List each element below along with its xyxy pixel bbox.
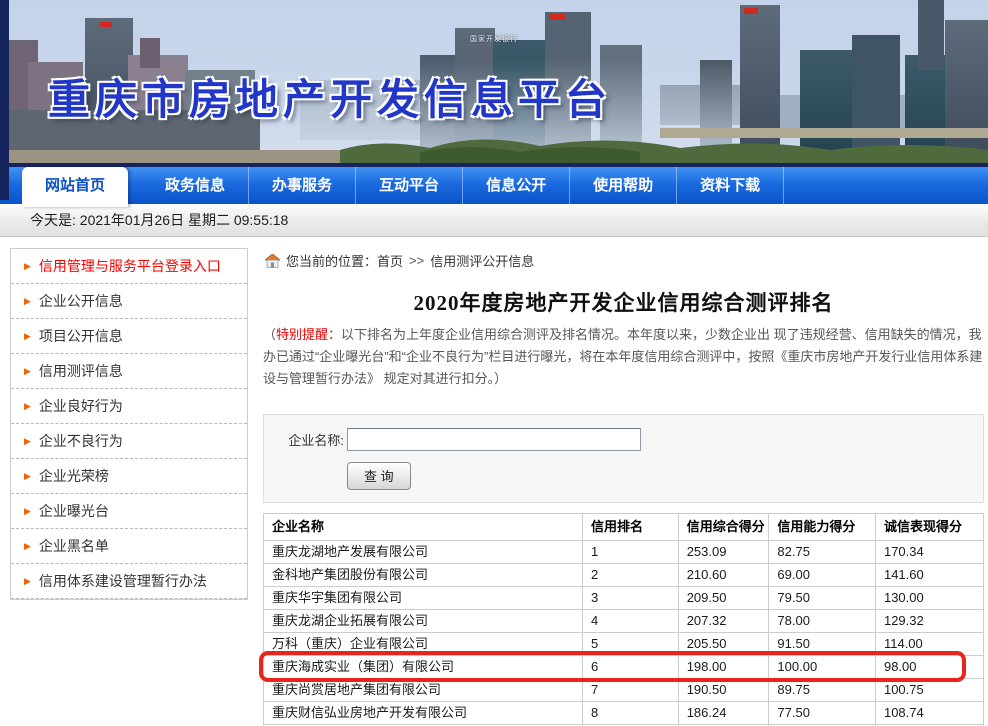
header-rank: 信用排名: [582, 514, 678, 541]
search-panel: 企业名称: 查 询: [263, 414, 984, 503]
sidebar-item-company-public-info[interactable]: ▶企业公开信息: [11, 284, 247, 319]
home-icon: [265, 254, 280, 268]
table-row-highlighted: 重庆海成实业（集团）有限公司6198.00100.0098.00: [264, 656, 984, 679]
sidebar-menu: ▶信用管理与服务平台登录入口 ▶企业公开信息 ▶项目公开信息 ▶信用测评信息 ▶…: [10, 248, 248, 600]
nav-tab-services[interactable]: 办事服务: [249, 167, 356, 204]
header-capability-score: 信用能力得分: [769, 514, 876, 541]
breadcrumb-prefix: 您当前的位置：: [286, 251, 377, 270]
table-row: 重庆华宇集团有限公司3209.5079.50130.00: [264, 587, 984, 610]
arrow-icon: ▶: [24, 331, 31, 342]
table-row: 重庆龙湖企业拓展有限公司4207.3278.00129.32: [264, 610, 984, 633]
content-area: ▶信用管理与服务平台登录入口 ▶企业公开信息 ▶项目公开信息 ▶信用测评信息 ▶…: [0, 237, 988, 726]
main-column: 您当前的位置： 首页 >> 信用测评公开信息 2020年度房地产开发企业信用综合…: [263, 248, 984, 726]
table-row: 万科（重庆）企业有限公司5205.5091.50114.00: [264, 633, 984, 656]
nav-tab-help[interactable]: 使用帮助: [570, 167, 677, 204]
breadcrumb-home-link[interactable]: 首页: [377, 251, 403, 270]
header-integrity-score: 诚信表现得分: [875, 514, 983, 541]
query-button[interactable]: 查 询: [347, 462, 411, 490]
notice-paragraph: （特别提醒：以下排名为上年度企业信用综合测评及排名情况。本年度以来，少数企业出 …: [263, 324, 984, 390]
page-left-edge: [0, 0, 9, 200]
notice-text: 以下排名为上年度企业信用综合测评及排名情况。本年度以来，少数企业出 现了违规经营…: [263, 327, 982, 386]
arrow-icon: ▶: [24, 366, 31, 377]
arrow-icon: ▶: [24, 436, 31, 447]
sidebar-item-good-behavior[interactable]: ▶企业良好行为: [11, 389, 247, 424]
sidebar-item-credit-login[interactable]: ▶信用管理与服务平台登录入口: [11, 249, 247, 284]
arrow-icon: ▶: [24, 576, 31, 587]
date-bar: 今天是: 2021年01月26日 星期二 09:55:18: [0, 204, 988, 237]
breadcrumb: 您当前的位置： 首页 >> 信用测评公开信息: [263, 248, 984, 278]
notice-open: （: [263, 327, 276, 342]
breadcrumb-current[interactable]: 信用测评公开信息: [430, 251, 534, 270]
table-row: 重庆财信弘业房地产开发有限公司8186.2477.50108.74: [264, 702, 984, 725]
sidebar-item-bad-behavior[interactable]: ▶企业不良行为: [11, 424, 247, 459]
arrow-icon: ▶: [24, 471, 31, 482]
table-header-row: 企业名称 信用排名 信用综合得分 信用能力得分 诚信表现得分: [264, 514, 984, 541]
main-nav: 网站首页 政务信息 办事服务 互动平台 信息公开 使用帮助 资料下载: [0, 163, 988, 204]
sidebar-item-blacklist[interactable]: ▶企业黑名单: [11, 529, 247, 564]
table-row: 金科地产集团股份有限公司2210.6069.00141.60: [264, 564, 984, 587]
company-name-input[interactable]: [347, 428, 641, 451]
header-company: 企业名称: [264, 514, 583, 541]
sidebar-item-exposure[interactable]: ▶企业曝光台: [11, 494, 247, 529]
nav-tab-home[interactable]: 网站首页: [22, 167, 128, 207]
breadcrumb-separator: >>: [409, 253, 424, 268]
page: 重庆市房地产开发信息平台 国家开发银行 网站首页 政务信息 办事服务 互动平台 …: [0, 0, 988, 726]
arrow-icon: ▶: [24, 401, 31, 412]
nav-tab-downloads[interactable]: 资料下载: [677, 167, 784, 204]
sidebar-item-credit-evaluation[interactable]: ▶信用测评信息: [11, 354, 247, 389]
table-row: 重庆尚赏居地产集团有限公司7190.5089.75100.75: [264, 679, 984, 702]
credit-table-wrap: 企业名称 信用排名 信用综合得分 信用能力得分 诚信表现得分 重庆龙湖地产发展有…: [263, 513, 984, 726]
arrow-icon: ▶: [24, 541, 31, 552]
site-banner: 重庆市房地产开发信息平台 国家开发银行: [0, 0, 988, 163]
sidebar-item-credit-regulations[interactable]: ▶信用体系建设管理暂行办法: [11, 564, 247, 599]
company-name-label: 企业名称:: [264, 430, 344, 449]
site-title: 重庆市房地产开发信息平台: [48, 66, 612, 127]
nav-tab-disclosure[interactable]: 信息公开: [463, 167, 570, 204]
nav-tab-interaction[interactable]: 互动平台: [356, 167, 463, 204]
arrow-icon: ▶: [24, 296, 31, 307]
arrow-icon: ▶: [24, 261, 31, 272]
nav-tab-gov-info[interactable]: 政务信息: [142, 167, 249, 204]
header-composite-score: 信用综合得分: [678, 514, 769, 541]
sidebar-item-project-public-info[interactable]: ▶项目公开信息: [11, 319, 247, 354]
arrow-icon: ▶: [24, 506, 31, 517]
credit-ranking-table: 企业名称 信用排名 信用综合得分 信用能力得分 诚信表现得分 重庆龙湖地产发展有…: [263, 513, 984, 726]
table-row: 重庆龙湖地产发展有限公司1253.0982.75170.34: [264, 541, 984, 564]
page-title: 2020年度房地产开发企业信用综合测评排名: [263, 287, 984, 317]
notice-alert-label: 特别提醒：: [276, 327, 341, 342]
sidebar-item-honor-roll[interactable]: ▶企业光荣榜: [11, 459, 247, 494]
building-sign-label: 国家开发银行: [470, 34, 518, 44]
